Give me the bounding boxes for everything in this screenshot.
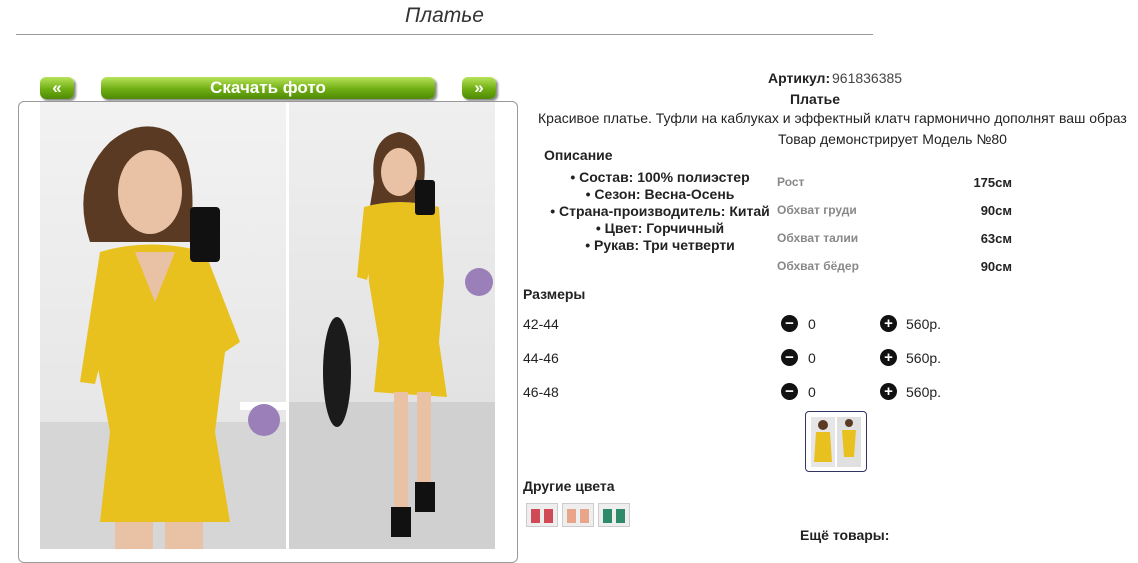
- next-photo-button[interactable]: »: [462, 77, 496, 99]
- size-price: 560р.: [906, 384, 942, 400]
- spec-item: Страна-производитель: Китай: [530, 203, 790, 220]
- color-variant-thumbnail[interactable]: [526, 503, 558, 527]
- description-heading: Описание: [544, 147, 613, 163]
- minus-circle-icon[interactable]: −: [781, 315, 798, 332]
- spec-list: Состав: 100% полиэстер Сезон: Весна-Осен…: [530, 169, 790, 254]
- size-price: 560р.: [906, 350, 942, 366]
- photo-thumbnail[interactable]: [805, 411, 867, 472]
- other-colors-heading: Другие цвета: [523, 478, 615, 494]
- measure-value-height: 175см: [973, 175, 1012, 190]
- more-products-heading: Ещё товары:: [800, 527, 890, 543]
- spec-item: Состав: 100% полиэстер: [530, 169, 790, 186]
- color-variant-thumbnail[interactable]: [598, 503, 630, 527]
- measure-label-chest: Обхват груди: [777, 203, 857, 217]
- product-name: Платье: [790, 91, 840, 107]
- product-photo-2[interactable]: [289, 102, 495, 549]
- spec-item: Сезон: Весна-Осень: [530, 186, 790, 203]
- size-label: 46-48: [523, 384, 559, 400]
- plus-circle-icon[interactable]: +: [880, 349, 897, 366]
- measure-label-height: Рост: [777, 175, 805, 189]
- title-divider: [16, 34, 873, 35]
- article-label: Артикул:: [768, 70, 831, 86]
- color-variant-thumbnail[interactable]: [562, 503, 594, 527]
- measure-value-waist: 63см: [980, 231, 1012, 246]
- measure-value-hips: 90см: [980, 259, 1012, 274]
- plus-circle-icon[interactable]: +: [880, 315, 897, 332]
- measure-label-hips: Обхват бёдер: [777, 259, 859, 273]
- size-label: 44-46: [523, 350, 559, 366]
- prev-photo-button[interactable]: «: [40, 77, 74, 99]
- article-number: 961836385: [832, 70, 903, 86]
- size-price: 560р.: [906, 316, 942, 332]
- spec-item: Цвет: Горчичный: [530, 220, 790, 237]
- measure-value-chest: 90см: [980, 203, 1012, 218]
- plus-circle-icon[interactable]: +: [880, 383, 897, 400]
- download-photo-button[interactable]: Скачать фото: [101, 77, 435, 99]
- size-qty: 0: [808, 316, 816, 332]
- sizes-heading: Размеры: [523, 286, 586, 302]
- size-label: 42-44: [523, 316, 559, 332]
- size-qty: 0: [808, 384, 816, 400]
- spec-item: Рукав: Три четверти: [530, 237, 790, 254]
- model-note: Товар демонстрирует Модель №80: [778, 131, 1007, 147]
- product-description: Красивое платье. Туфли на каблуках и эфф…: [538, 110, 1127, 126]
- size-qty: 0: [808, 350, 816, 366]
- minus-circle-icon[interactable]: −: [781, 349, 798, 366]
- measure-label-waist: Обхват талии: [777, 231, 859, 245]
- minus-circle-icon[interactable]: −: [781, 383, 798, 400]
- page-title: Платье: [405, 4, 484, 27]
- product-photo-1[interactable]: [40, 102, 286, 549]
